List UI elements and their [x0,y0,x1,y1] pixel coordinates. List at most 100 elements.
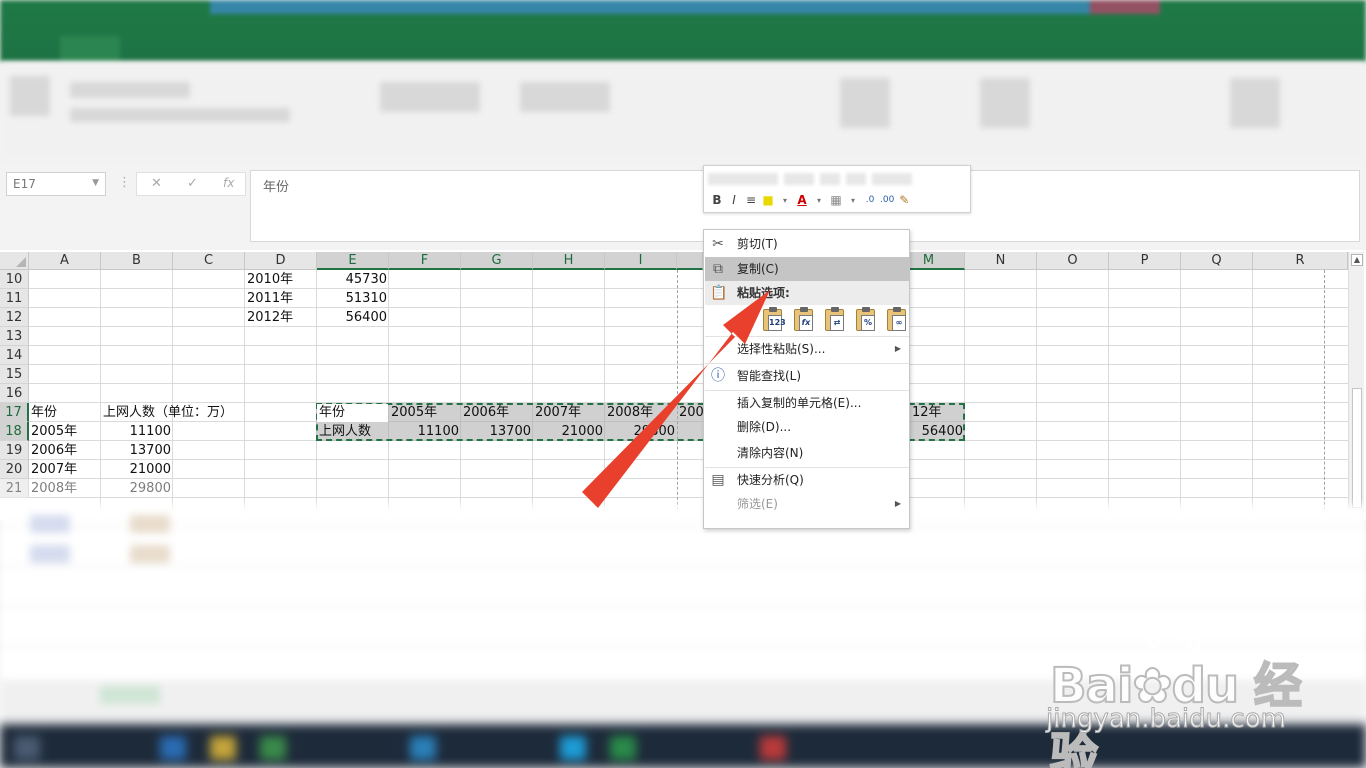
font-color-icon[interactable]: A [795,193,809,207]
menu-item-insert-copied[interactable]: 插入复制的单元格(E)... [705,390,909,414]
cell-a18[interactable]: 2005年 [29,422,101,441]
column-header-c[interactable]: C [173,252,245,270]
cell-d12[interactable]: 2012年 [245,308,317,327]
column-header-f[interactable]: F [389,252,461,270]
cell-i17[interactable]: 2008年 [605,403,677,422]
menu-item-label: 复制(C) [737,262,779,276]
name-box[interactable]: E17 ▼ [6,172,106,196]
cell-g17[interactable]: 2006年 [461,403,533,422]
vertical-scrollbar[interactable]: ▲ [1348,252,1364,520]
cell-d11[interactable]: 2011年 [245,289,317,308]
cell-a20[interactable]: 2007年 [29,460,101,479]
menu-item-filter[interactable]: 筛选(E) ▶ [705,492,909,516]
cell-e11[interactable]: 51310 [317,289,389,308]
cell-a17[interactable]: 年份 [29,403,101,422]
row-header-16[interactable]: 16 [0,384,29,403]
column-header-n[interactable]: N [965,252,1037,270]
italic-button[interactable]: I [727,193,741,207]
worksheet[interactable] [0,250,1366,520]
paste-formatting-button[interactable]: % [853,307,878,333]
cell-b20[interactable]: 21000 [101,460,173,479]
cell-i18[interactable]: 29800 [605,422,677,441]
cell-e18[interactable]: 上网人数 [317,422,389,441]
align-center-icon[interactable]: ≡ [744,193,758,207]
column-header-a[interactable]: A [29,252,101,270]
more-icon: ⋮ [118,175,131,190]
column-header-q[interactable]: Q [1181,252,1253,270]
row-header-18[interactable]: 18 [0,422,29,441]
paste-formulas-button[interactable]: fx [791,307,816,333]
menu-item-quick-analysis[interactable]: ▤ 快速分析(Q) [705,467,909,491]
cell-e12[interactable]: 56400 [317,308,389,327]
chevron-down-icon[interactable]: ▼ [92,178,99,188]
paste-options-header: 📋 粘贴选项: [705,281,909,305]
increase-decimal-icon[interactable]: .0 [863,195,877,205]
scroll-up-icon[interactable]: ▲ [1351,254,1363,266]
format-painter-icon[interactable]: ✎ [897,193,911,207]
column-header-i[interactable]: I [605,252,677,270]
fill-color-icon[interactable]: ■ [761,193,775,207]
chevron-down-icon[interactable]: ▾ [846,196,860,205]
column-header-o[interactable]: O [1037,252,1109,270]
sheet-tab[interactable] [100,686,160,704]
paste-icons-row: 123 fx ⇄ % ∞ [760,307,909,335]
row-header-15[interactable]: 15 [0,365,29,384]
copy-icon: ⧉ [713,261,723,277]
menu-item-paste-special[interactable]: 选择性粘贴(S)... ▶ [705,336,909,360]
fx-icon[interactable]: fx [223,176,234,190]
menu-item-clear[interactable]: 清除内容(N) [705,441,909,465]
menu-item-delete[interactable]: 删除(D)... [705,415,909,439]
cell-g18[interactable]: 13700 [461,422,533,441]
row-header-19[interactable]: 19 [0,441,29,460]
cell-j17[interactable]: 200 [677,403,703,422]
column-header-e[interactable]: E [317,252,389,270]
cell-e17[interactable]: 年份 [317,403,389,422]
paste-transpose-button[interactable]: ⇄ [822,307,847,333]
cell-e10[interactable]: 45730 [317,270,389,289]
scroll-thumb[interactable] [1352,388,1362,508]
chevron-down-icon[interactable]: ▾ [778,196,792,205]
row-header-11[interactable]: 11 [0,289,29,308]
row-header-17[interactable]: 17 [0,403,29,422]
column-header-h[interactable]: H [533,252,605,270]
column-header-g[interactable]: G [461,252,533,270]
row-header-14[interactable]: 14 [0,346,29,365]
menu-item-cut[interactable]: ✂ 剪切(T) [705,232,909,256]
cell-a21[interactable]: 2008年 [29,479,101,498]
cell-d10[interactable]: 2010年 [245,270,317,289]
paste-link-button[interactable]: ∞ [884,307,909,333]
menu-item-copy[interactable]: ⧉ 复制(C) [705,257,909,281]
scissors-icon: ✂ [712,236,724,252]
ribbon-tab[interactable] [60,36,120,62]
cell-f18[interactable]: 11100 [389,422,461,441]
cell-f17[interactable]: 2005年 [389,403,461,422]
cell-h17[interactable]: 2007年 [533,403,605,422]
borders-icon[interactable]: ▦ [829,193,843,207]
cell-b18[interactable]: 11100 [101,422,173,441]
column-header-d[interactable]: D [245,252,317,270]
select-all-button[interactable] [0,252,29,270]
cell-a19[interactable]: 2006年 [29,441,101,460]
row-header-21[interactable]: 21 [0,479,29,498]
column-header-p[interactable]: P [1109,252,1181,270]
cell-b19[interactable]: 13700 [101,441,173,460]
row-header-13[interactable]: 13 [0,327,29,346]
cell-m17[interactable]: 12年 [910,403,965,422]
row-header-20[interactable]: 20 [0,460,29,479]
bold-button[interactable]: B [710,193,724,207]
chevron-down-icon[interactable]: ▾ [812,196,826,205]
formula-value: 年份 [263,180,290,195]
menu-item-smart-lookup[interactable]: ⓘ 智能查找(L) [705,363,909,387]
decrease-decimal-icon[interactable]: .00 [880,195,894,205]
cancel-icon[interactable]: ✕ [151,176,162,191]
cell-h18[interactable]: 21000 [533,422,605,441]
paste-values-button[interactable]: 123 [760,307,786,333]
enter-icon[interactable]: ✓ [187,176,198,191]
cell-b17[interactable]: 上网人数（单位：万） [101,403,311,422]
column-header-j[interactable] [677,252,703,270]
column-header-r[interactable]: R [1253,252,1348,270]
cell-b21[interactable]: 29800 [101,479,173,498]
row-header-12[interactable]: 12 [0,308,29,327]
row-header-10[interactable]: 10 [0,270,29,289]
column-header-b[interactable]: B [101,252,173,270]
